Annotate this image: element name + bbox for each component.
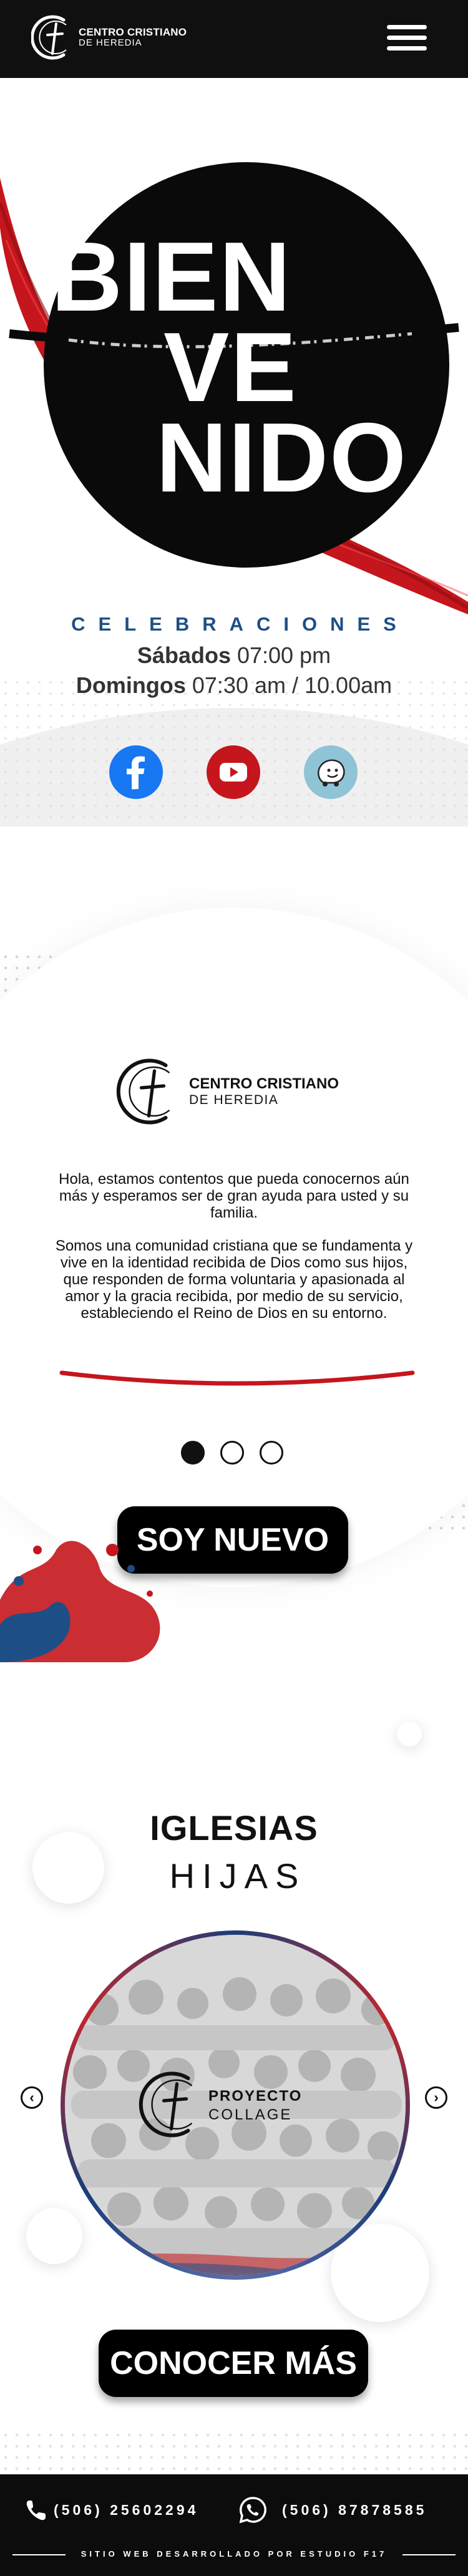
carousel-dot-1[interactable] <box>181 1441 205 1465</box>
phone-number-1[interactable]: (506) 25602294 <box>54 2502 198 2519</box>
cross-logo-icon <box>31 15 67 60</box>
phone-number-2[interactable]: (506) 87878585 <box>282 2502 427 2519</box>
decor-bubble <box>397 1721 422 1746</box>
celebrations-label: CELEBRACIONES <box>71 613 409 635</box>
conocer-mas-button[interactable]: CONOCER MÁS <box>99 2330 368 2397</box>
section-subtitle: HIJAS <box>169 1856 306 1896</box>
slide-logo-line2: COLLAGE <box>208 2106 293 2123</box>
hero-section: BIEN VE NIDO CELEBRACIONES Sábados 07:00 … <box>0 78 468 826</box>
iglesias-section: IGLESIAS HIJAS PROYECTO COLLAGE ‹ › CONO… <box>0 1662 468 2474</box>
hamburger-menu-icon[interactable] <box>387 22 431 54</box>
slide-logo-line1: PROYECTO <box>208 2088 303 2104</box>
youtube-icon[interactable] <box>207 745 260 799</box>
welcome-logo-title: CENTRO CRISTIANO <box>189 1075 339 1093</box>
logo-subtitle: DE HEREDIA <box>79 37 142 49</box>
decor-bubble <box>26 2208 82 2264</box>
paint-splash-art <box>0 1541 160 1662</box>
photo-crowd-art <box>65 1935 406 2275</box>
whatsapp-icon[interactable] <box>238 2496 267 2524</box>
chevron-right-icon[interactable]: › <box>425 2086 447 2109</box>
hero-title-line1: BIEN <box>51 222 292 332</box>
site-logo[interactable]: CENTRO CRISTIANO DE HEREDIA <box>31 12 187 62</box>
schedule-time: 07:30 am / 10.00am <box>192 672 392 698</box>
credit-text[interactable]: SITIO WEB DESARROLLADO POR ESTUDIO F17 <box>0 2549 468 2559</box>
welcome-logo: CENTRO CRISTIANO DE HEREDIA <box>115 1054 339 1129</box>
facebook-icon[interactable] <box>109 745 163 799</box>
cross-logo-icon <box>139 2071 193 2138</box>
footer: (506) 25602294 (506) 87878585 SITIO WEB … <box>0 2474 468 2576</box>
welcome-logo-subtitle: DE HEREDIA <box>189 1092 279 1107</box>
credit-line-right <box>402 2554 456 2555</box>
schedule-saturday: Sábados 07:00 pm <box>0 642 468 669</box>
top-header: CENTRO CRISTIANO DE HEREDIA <box>0 0 468 78</box>
carousel-dot-3[interactable] <box>260 1441 283 1465</box>
schedule-day: Sábados <box>137 642 231 668</box>
phone-icon[interactable] <box>24 2498 49 2523</box>
red-divider <box>59 1370 415 1386</box>
welcome-paragraph-1: Hola, estamos contentos que pueda conoce… <box>59 1171 409 1221</box>
section-title: IGLESIAS <box>150 1808 318 1847</box>
hero-title-line3: NIDO <box>156 403 407 513</box>
carousel-dot-2[interactable] <box>220 1441 244 1465</box>
welcome-paragraph-2: Somos una comunidad cristiana que se fun… <box>55 1237 413 1322</box>
church-group-photo[interactable]: PROYECTO COLLAGE <box>61 1930 410 2280</box>
logo-title: CENTRO CRISTIANO <box>79 26 187 39</box>
dot-pattern <box>0 2429 468 2474</box>
waze-icon[interactable] <box>304 745 358 799</box>
cross-logo-icon <box>116 1058 170 1125</box>
welcome-section: CENTRO CRISTIANO DE HEREDIA Hola, estamo… <box>0 826 468 1662</box>
schedule-sunday: Domingos 07:30 am / 10.00am <box>0 672 468 699</box>
schedule-day: Domingos <box>76 672 186 698</box>
schedule-time: 07:00 pm <box>236 642 331 668</box>
chevron-left-icon[interactable]: ‹ <box>21 2086 43 2109</box>
hero-title-line2: VE <box>163 312 298 422</box>
